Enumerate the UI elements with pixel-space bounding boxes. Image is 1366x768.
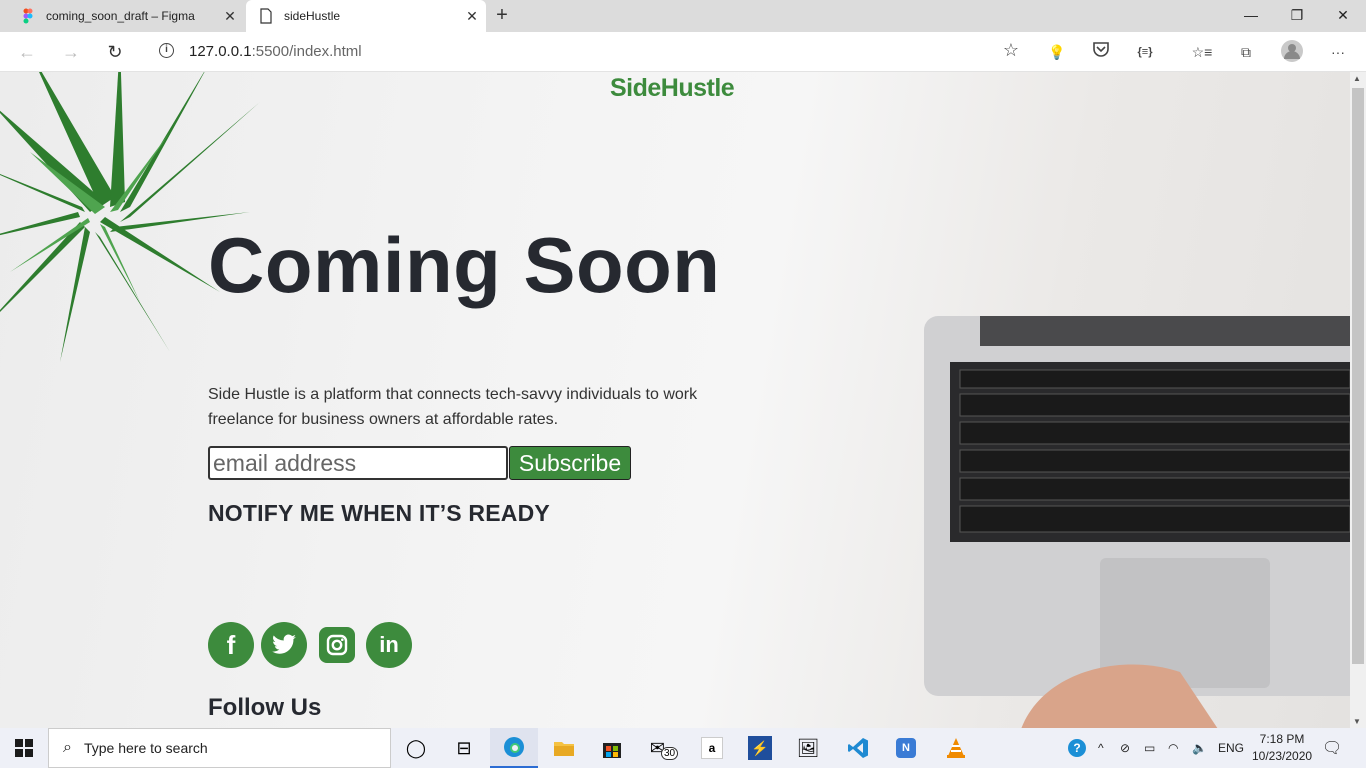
notifications-icon[interactable]: 🗨 <box>1322 728 1342 768</box>
show-hidden-icons-chevron-icon[interactable]: ^ <box>1098 728 1104 768</box>
linkedin-icon[interactable]: in <box>366 622 412 668</box>
photos-icon[interactable]: 🖼 <box>784 728 832 768</box>
figma-icon <box>20 8 36 24</box>
email-input[interactable] <box>208 446 508 480</box>
subscribe-button[interactable]: Subscribe <box>509 446 631 480</box>
close-window-button[interactable]: ✕ <box>1320 0 1366 32</box>
laptop-decoration <box>924 316 1350 728</box>
scrollbar-thumb[interactable] <box>1352 88 1364 664</box>
address-bar[interactable]: i 127.0.0.1:5500/index.html ☆ <box>145 36 1029 67</box>
notify-text: NOTIFY ME WHEN IT’S READY <box>208 500 550 526</box>
battery-icon[interactable]: ▭ <box>1144 728 1155 768</box>
help-icon[interactable]: ? <box>1068 728 1086 768</box>
page-content: SideHustle Coming Soon Side Hustle is a … <box>0 72 1350 728</box>
close-tab-icon[interactable]: ✕ <box>216 8 244 25</box>
file-explorer-icon[interactable] <box>540 728 588 768</box>
profile-avatar[interactable] <box>1280 40 1304 64</box>
taskbar-search-box[interactable]: ⌕ Type here to search <box>48 728 391 768</box>
search-placeholder: Type here to search <box>83 740 208 756</box>
back-button[interactable]: ← <box>12 38 42 66</box>
clock-date: 10/23/2020 <box>1252 749 1313 763</box>
description-text: Side Hustle is a platform that connects … <box>208 386 698 428</box>
more-options-icon[interactable]: ··· <box>1326 40 1350 64</box>
tab-title: sideHustle <box>284 9 341 23</box>
favorite-star-icon[interactable]: ☆ <box>1003 40 1019 61</box>
url-text: 127.0.0.1:5500/index.html <box>189 43 362 60</box>
wifi-icon[interactable]: ◠ <box>1168 728 1178 768</box>
network-error-icon[interactable]: ⊘ <box>1120 728 1130 768</box>
info-icon[interactable]: i <box>159 43 174 58</box>
windows-taskbar: ⌕ Type here to search ◯ ⊟ ✉ 30 a ⚡ 🖼 N ? … <box>0 728 1366 768</box>
powershell-icon[interactable]: ⚡ <box>736 728 784 768</box>
cortana-icon[interactable]: ◯ <box>392 728 440 768</box>
instagram-icon[interactable] <box>319 627 355 663</box>
minimize-button[interactable]: — <box>1228 0 1274 32</box>
sidehustle-logo[interactable]: SideHustle <box>610 74 735 103</box>
windows-start-button[interactable] <box>0 728 48 768</box>
mail-icon[interactable]: ✉ 30 <box>640 728 688 768</box>
system-clock[interactable]: 7:18 PM 10/23/2020 <box>1252 731 1312 765</box>
page-title: Coming Soon <box>208 221 721 309</box>
tab-figma[interactable]: coming_soon_draft – Figma ✕ <box>8 0 244 32</box>
page-icon <box>258 8 274 24</box>
favorites-list-icon[interactable]: ☆≡ <box>1190 40 1214 64</box>
amazon-icon[interactable]: a <box>688 728 736 768</box>
scroll-up-icon[interactable]: ▲ <box>1353 74 1361 83</box>
tab-sidehustle[interactable]: sideHustle ✕ <box>246 0 486 32</box>
follow-us-label: Follow Us <box>208 694 322 721</box>
app-icon[interactable]: N <box>882 728 930 768</box>
browser-tab-strip: coming_soon_draft – Figma ✕ sideHustle ✕… <box>0 0 1366 32</box>
twitter-icon[interactable] <box>261 622 307 668</box>
lightbulb-icon[interactable]: 💡 <box>1045 40 1069 64</box>
browser-toolbar: ← → ↻ i 127.0.0.1:5500/index.html ☆ 💡 {≡… <box>0 32 1366 72</box>
task-view-icon[interactable]: ⊟ <box>440 728 488 768</box>
pocket-icon[interactable] <box>1089 40 1113 64</box>
json-viewer-icon[interactable]: {≡} <box>1133 40 1157 64</box>
search-icon: ⌕ <box>63 739 72 756</box>
collections-icon[interactable]: ⧉ <box>1234 40 1258 64</box>
windows-logo-icon <box>15 739 33 757</box>
vlc-icon[interactable] <box>932 728 980 768</box>
language-indicator[interactable]: ENG <box>1218 728 1244 768</box>
scroll-down-icon[interactable]: ▼ <box>1353 717 1361 726</box>
restore-button[interactable]: ❐ <box>1274 0 1320 32</box>
volume-icon[interactable]: 🔈 <box>1192 728 1207 768</box>
store-icon[interactable] <box>588 728 636 768</box>
edge-browser-icon[interactable] <box>490 728 538 768</box>
tab-title: coming_soon_draft – Figma <box>46 9 195 23</box>
page-scrollbar[interactable]: ▲ ▼ <box>1350 72 1366 728</box>
facebook-icon[interactable]: f <box>208 622 254 668</box>
close-tab-icon[interactable]: ✕ <box>458 8 486 25</box>
new-tab-button[interactable]: + <box>490 4 514 28</box>
refresh-button[interactable]: ↻ <box>100 38 130 66</box>
vscode-icon[interactable] <box>834 728 882 768</box>
mail-badge: 30 <box>660 746 679 760</box>
forward-button[interactable]: → <box>56 38 86 66</box>
clock-time: 7:18 PM <box>1259 732 1305 746</box>
